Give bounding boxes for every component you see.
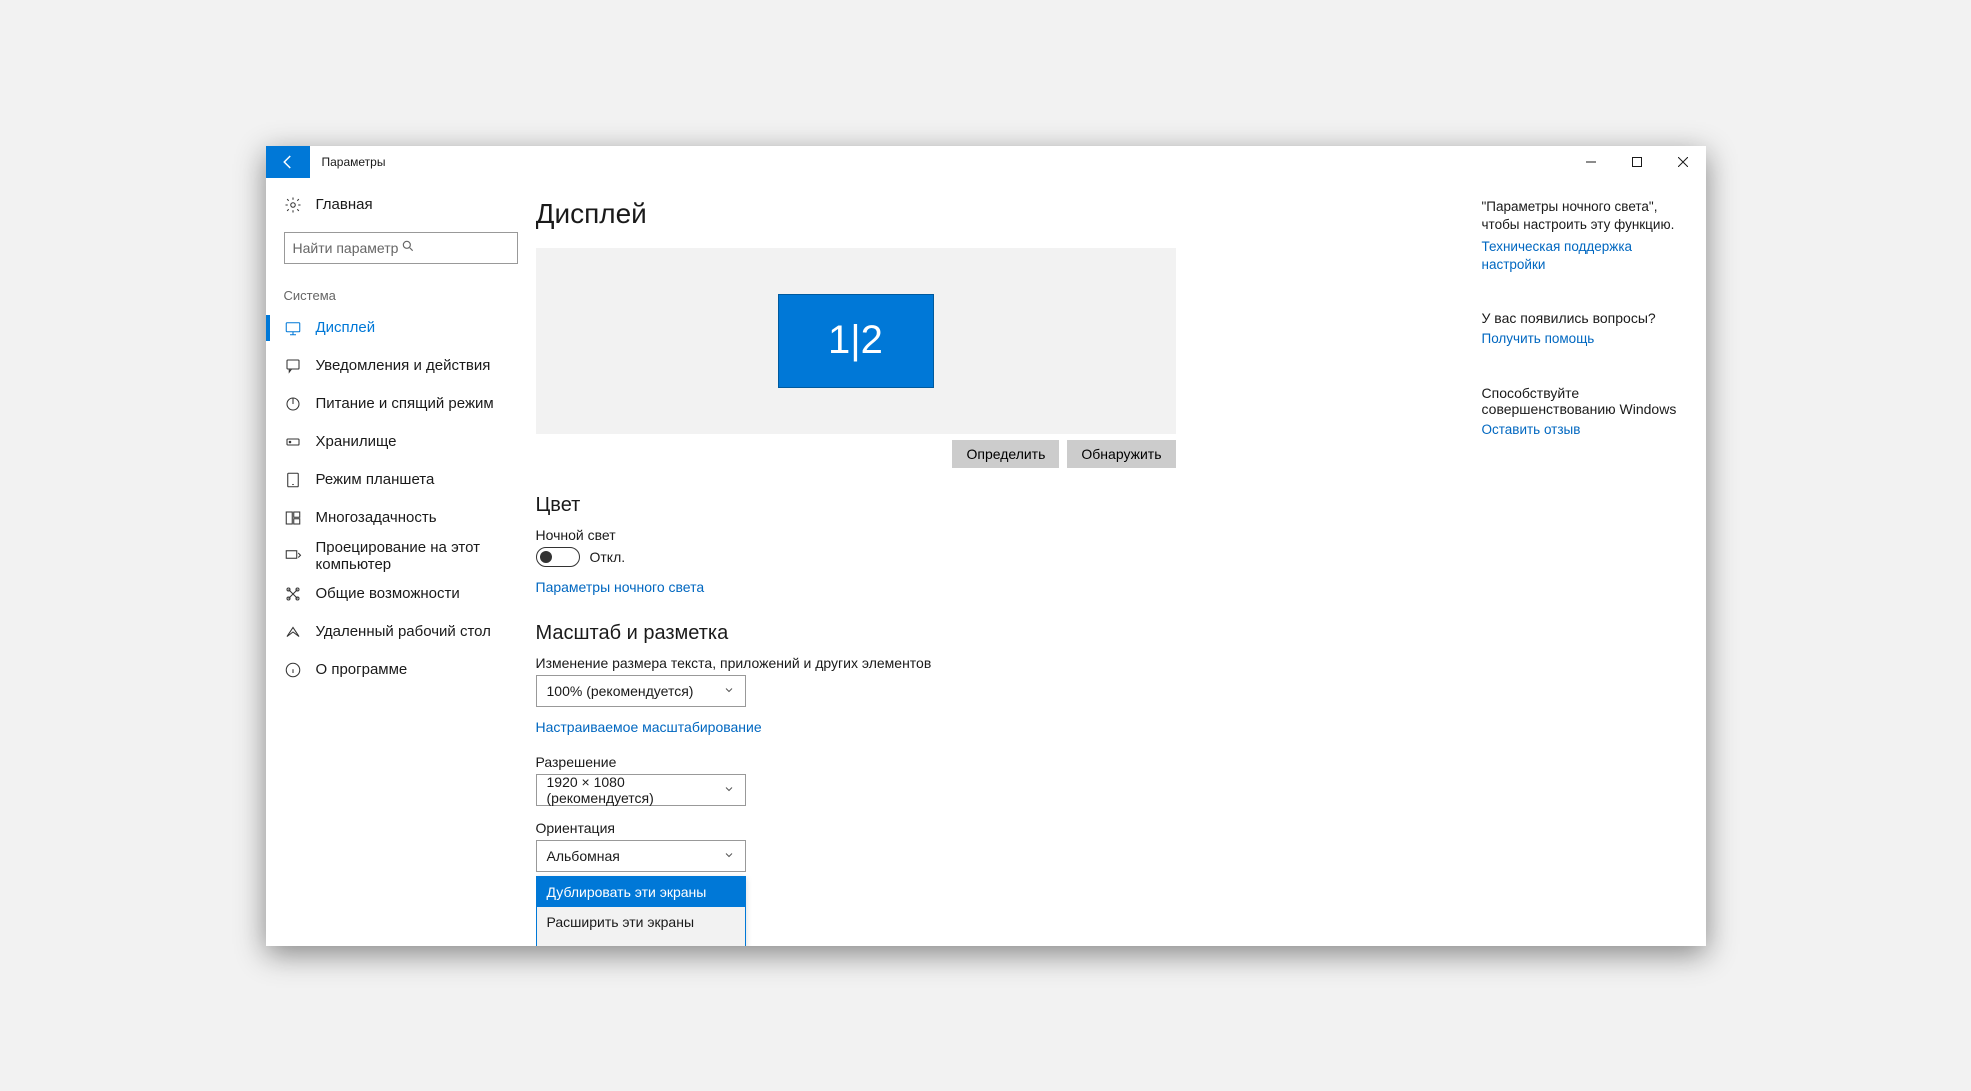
notification-icon [284, 357, 302, 375]
info-icon [284, 661, 302, 679]
sidebar-item-label: Хранилище [316, 433, 397, 450]
dropdown-option[interactable]: Дублировать эти экраны [537, 877, 745, 907]
nav-group-label: Система [266, 278, 536, 309]
identify-button[interactable]: Определить [952, 440, 1059, 468]
shared-icon [284, 585, 302, 603]
night-light-toggle[interactable] [536, 547, 580, 567]
detect-button[interactable]: Обнаружить [1067, 440, 1175, 468]
page-title: Дисплей [536, 198, 1462, 230]
window-controls [1568, 146, 1706, 178]
sidebar-item-multitask[interactable]: Многозадачность [266, 499, 536, 537]
night-light-label: Ночной свет [536, 527, 1462, 543]
scale-value: 100% (рекомендуется) [547, 683, 694, 699]
night-light-state: Откл. [590, 549, 626, 565]
sidebar-item-label: Проецирование на этот компьютер [316, 539, 518, 573]
monitor-preview[interactable]: 1|2 [536, 248, 1176, 434]
chevron-down-icon [723, 683, 735, 699]
night-light-settings-link[interactable]: Параметры ночного света [536, 579, 705, 595]
dropdown-option[interactable]: Расширить эти экраны [537, 907, 745, 937]
sidebar-item-notifications[interactable]: Уведомления и действия [266, 347, 536, 385]
sidebar-item-label: Питание и спящий режим [316, 395, 494, 412]
settings-window: Параметры Главная Найти параметр [266, 146, 1706, 946]
monitor-tile[interactable]: 1|2 [778, 294, 934, 388]
resolution-label: Разрешение [536, 754, 1462, 770]
sidebar-item-power[interactable]: Питание и спящий режим [266, 385, 536, 423]
resolution-combobox[interactable]: 1920 × 1080 (рекомендуется) [536, 774, 746, 806]
gear-icon [284, 196, 302, 214]
sidebar-item-label: Удаленный рабочий стол [316, 623, 491, 640]
remote-icon [284, 623, 302, 641]
sidebar-item-remote[interactable]: Удаленный рабочий стол [266, 613, 536, 651]
monitor-label: 1|2 [828, 318, 883, 363]
project-icon [284, 547, 302, 565]
orientation-value: Альбомная [547, 848, 620, 864]
sidebar-item-about[interactable]: О программе [266, 651, 536, 689]
sidebar-item-label: Режим планшета [316, 471, 435, 488]
dropdown-option[interactable]: Показать только на 1 [537, 937, 745, 946]
search-icon [401, 239, 509, 256]
main-area: Дисплей 1|2 Определить Обнаружить Цвет Н… [536, 178, 1706, 946]
sidebar-item-storage[interactable]: Хранилище [266, 423, 536, 461]
sidebar-item-projecting[interactable]: Проецирование на этот компьютер [266, 537, 536, 575]
improve-heading: Способствуйте совершенствованию Windows [1482, 385, 1682, 417]
display-icon [284, 319, 302, 337]
sidebar-item-shared[interactable]: Общие возможности [266, 575, 536, 613]
scale-label: Изменение размера текста, приложений и д… [536, 655, 1462, 671]
search-placeholder: Найти параметр [293, 240, 401, 256]
sidebar-item-label: Уведомления и действия [316, 357, 491, 374]
power-icon [284, 395, 302, 413]
questions-heading: У вас появились вопросы? [1482, 310, 1682, 326]
sidebar-item-label: Многозадачность [316, 509, 437, 526]
home-button[interactable]: Главная [266, 186, 536, 224]
home-label: Главная [316, 196, 373, 213]
info-panel: "Параметры ночного света", чтобы настрои… [1462, 198, 1682, 946]
orientation-label: Ориентация [536, 820, 1462, 836]
close-button[interactable] [1660, 146, 1706, 178]
multiple-displays-dropdown: Дублировать эти экраны Расширить эти экр… [536, 876, 746, 946]
minimize-button[interactable] [1568, 146, 1614, 178]
sidebar-item-label: Дисплей [316, 319, 376, 336]
search-input[interactable]: Найти параметр [284, 232, 518, 264]
chevron-down-icon [723, 848, 735, 864]
orientation-combobox[interactable]: Альбомная [536, 840, 746, 872]
window-title: Параметры [310, 146, 1568, 178]
sidebar-item-display[interactable]: Дисплей [266, 309, 536, 347]
feedback-link[interactable]: Оставить отзыв [1482, 421, 1682, 439]
titlebar: Параметры [266, 146, 1706, 178]
resolution-value: 1920 × 1080 (рекомендуется) [547, 774, 723, 806]
info-paragraph: "Параметры ночного света", чтобы настрои… [1482, 198, 1682, 234]
storage-icon [284, 433, 302, 451]
support-link[interactable]: Техническая поддержка настройки [1482, 238, 1682, 274]
scale-combobox[interactable]: 100% (рекомендуется) [536, 675, 746, 707]
multitask-icon [284, 509, 302, 527]
monitor-buttons: Определить Обнаружить [536, 434, 1176, 468]
sidebar: Главная Найти параметр Система Дисплей У… [266, 178, 536, 946]
sidebar-item-label: Общие возможности [316, 585, 460, 602]
content: Дисплей 1|2 Определить Обнаружить Цвет Н… [536, 198, 1462, 946]
window-body: Главная Найти параметр Система Дисплей У… [266, 178, 1706, 946]
scale-heading: Масштаб и разметка [536, 622, 1462, 645]
maximize-button[interactable] [1614, 146, 1660, 178]
get-help-link[interactable]: Получить помощь [1482, 330, 1682, 348]
sidebar-item-tablet[interactable]: Режим планшета [266, 461, 536, 499]
tablet-icon [284, 471, 302, 489]
back-button[interactable] [266, 146, 310, 178]
custom-scaling-link[interactable]: Настраиваемое масштабирование [536, 719, 762, 735]
color-heading: Цвет [536, 494, 1462, 517]
chevron-down-icon [723, 782, 735, 798]
sidebar-item-label: О программе [316, 661, 408, 678]
